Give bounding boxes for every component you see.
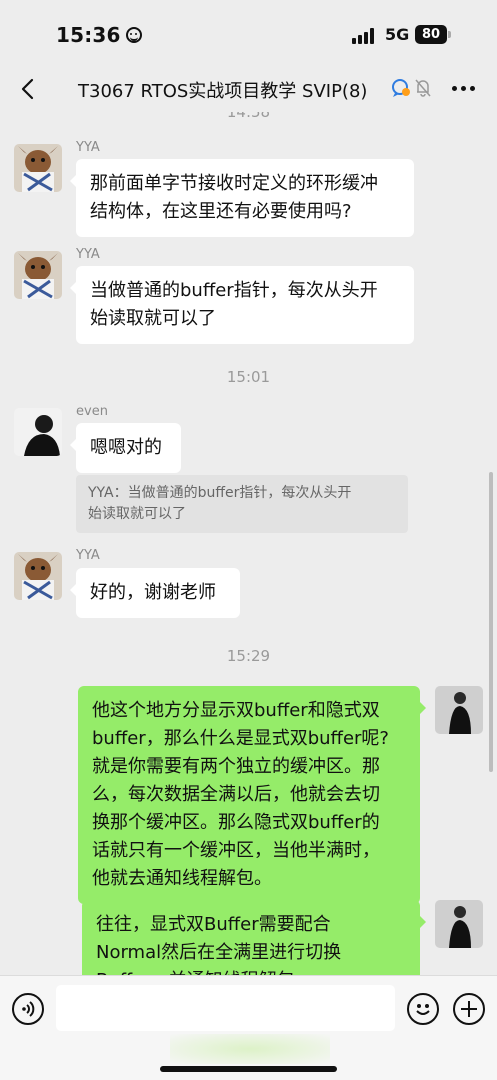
plus-icon: [461, 1001, 477, 1017]
battery-tip: [448, 31, 451, 38]
avatar-yya[interactable]: [14, 552, 62, 600]
input-toolbar: [0, 975, 497, 1080]
message-line: 始读取就可以了: [90, 308, 216, 329]
message-line: 当做普通的buffer指针，每次从头开: [90, 280, 378, 301]
message-line: Normal然后在全满里进行切换: [96, 942, 342, 963]
status-time-text: 15:36: [56, 23, 121, 47]
back-arrow-icon[interactable]: [18, 78, 40, 100]
portrait-avatar: [14, 408, 62, 456]
cartoon-character-avatar: [14, 144, 62, 192]
message-line: 往往，显式双Buffer需要配合: [96, 914, 331, 935]
message-line: 么，每次数据全满以后，他就会去切: [92, 784, 380, 805]
message-line: 他这个地方分显示双buffer和隐式双: [92, 700, 380, 721]
quote-line: 始读取就可以了: [88, 506, 186, 522]
sender-name: even: [76, 404, 108, 419]
message-bubble-incoming[interactable]: 好的，谢谢老师: [70, 568, 240, 618]
sender-name: YYA: [76, 140, 100, 155]
sender-name: YYA: [76, 548, 100, 563]
message-bubble-incoming[interactable]: 当做普通的buffer指针，每次从头开 始读取就可以了: [70, 266, 414, 344]
message-line: Buffer，并通知线程解包: [96, 967, 406, 975]
cartoon-character-avatar: [14, 552, 62, 600]
scrollbar[interactable]: [489, 472, 493, 772]
mute-bell-icon: [415, 79, 431, 97]
avatar-self[interactable]: [435, 686, 483, 734]
message-bubble-incoming[interactable]: 那前面单字节接收时定义的环形缓冲 结构体，在这里还有必要使用吗?: [70, 159, 414, 237]
avatar-self[interactable]: [435, 900, 483, 948]
focus-mode-icon: [125, 27, 142, 43]
battery-icon: 80: [415, 25, 447, 44]
quoted-message[interactable]: YYA：当做普通的buffer指针，每次从头开 始读取就可以了: [76, 475, 408, 533]
message-line: 话就只有一个缓冲区，当他半满时，: [92, 840, 380, 861]
timestamp-divider: 15:29: [226, 647, 271, 665]
message-line: 他就去通知线程解包。: [92, 868, 272, 889]
message-line: 那前面单字节接收时定义的环形缓冲: [90, 173, 378, 194]
message-line: 就是你需要有两个独立的缓冲区。那: [92, 756, 380, 777]
message-input[interactable]: [56, 985, 395, 1031]
signal-strength-icon: [352, 28, 378, 44]
portrait-avatar: [435, 686, 483, 734]
message-list[interactable]: 14:58 YYA 那前面单字节接收时定义的环形缓冲 结构体，在这里还有必要使用…: [0, 112, 497, 975]
quote-line: YYA：当做普通的buffer指针，每次从头开: [88, 485, 352, 501]
home-indicator[interactable]: [160, 1066, 337, 1072]
timestamp-divider: 15:01: [226, 368, 271, 386]
timestamp-divider: 14:58: [226, 112, 271, 121]
avatar-even[interactable]: [14, 408, 62, 456]
chat-header: T3067 RTOS实战项目教学 SVIP(8): [0, 66, 497, 112]
network-type: 5G: [385, 25, 410, 44]
smiley-icon: [416, 1004, 430, 1015]
voice-icon: [22, 1001, 35, 1017]
message-line: 好的，谢谢老师: [90, 582, 216, 603]
message-bubble-outgoing[interactable]: 他这个地方分显示双buffer和隐式双 buffer，那么什么是显式双buffe…: [78, 686, 426, 904]
message-bubble-incoming[interactable]: 嗯嗯对的: [70, 423, 181, 473]
message-bubble-outgoing[interactable]: 往往，显式双Buffer需要配合 Normal然后在全满里进行切换 Buffer…: [82, 900, 426, 975]
voice-input-button[interactable]: [12, 993, 44, 1025]
status-bar: 15:36 5G 80: [0, 0, 497, 66]
portrait-avatar: [435, 900, 483, 948]
more-functions-button[interactable]: [453, 993, 485, 1025]
keyboard-glow: [170, 1034, 330, 1064]
chat-title[interactable]: T3067 RTOS实战项目教学 SVIP(8): [78, 77, 367, 103]
message-line: 换那个缓冲区。那么隐式双buffer的: [92, 812, 380, 833]
message-line: 结构体，在这里还有必要使用吗?: [90, 201, 352, 222]
message-line: 嗯嗯对的: [90, 437, 162, 458]
more-options-icon[interactable]: [452, 86, 476, 92]
avatar-yya[interactable]: [14, 251, 62, 299]
message-line: buffer，那么什么是显式双buffer呢?: [92, 728, 389, 749]
status-time: 15:36: [56, 23, 142, 47]
emoji-button[interactable]: [407, 993, 439, 1025]
chat-bubble-icon: [392, 79, 410, 97]
avatar-yya[interactable]: [14, 144, 62, 192]
sender-name: YYA: [76, 247, 100, 262]
cartoon-character-avatar: [14, 251, 62, 299]
